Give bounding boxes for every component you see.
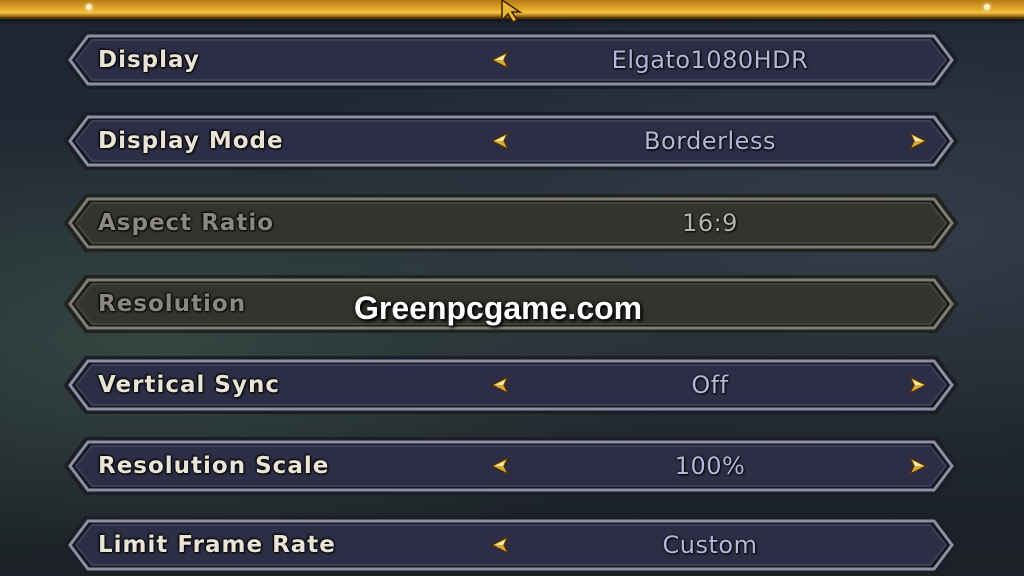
- arrow-left-icon[interactable]: [490, 50, 512, 70]
- setting-row-display[interactable]: Display Elgato1080HDR: [62, 29, 960, 91]
- arrow-right-icon[interactable]: [906, 375, 928, 395]
- mouse-cursor-icon: [501, 0, 523, 22]
- setting-value: Elgato1080HDR: [611, 46, 809, 74]
- setting-value: Borderless: [644, 127, 776, 155]
- arrow-left-icon[interactable]: [490, 535, 512, 555]
- setting-label: Resolution: [98, 291, 247, 317]
- setting-row-aspect-ratio: Aspect Ratio 16:9: [62, 192, 960, 254]
- setting-row-resolution-scale[interactable]: Resolution Scale 100%: [62, 435, 960, 497]
- setting-label: Display: [98, 47, 200, 73]
- arrow-left-icon[interactable]: [490, 375, 512, 395]
- setting-value: Custom: [662, 531, 758, 559]
- setting-label: Aspect Ratio: [98, 210, 275, 236]
- arrow-left-icon[interactable]: [490, 131, 512, 151]
- setting-row-limit-frame-rate[interactable]: Limit Frame Rate Custom: [62, 514, 960, 576]
- setting-label: Vertical Sync: [98, 372, 280, 398]
- arrow-left-icon[interactable]: [490, 456, 512, 476]
- setting-label: Display Mode: [98, 128, 284, 154]
- arrow-right-icon[interactable]: [906, 131, 928, 151]
- watermark-text: Greenpcgame.com: [354, 290, 643, 326]
- setting-label: Limit Frame Rate: [98, 532, 336, 558]
- setting-row-vertical-sync[interactable]: Vertical Sync Off: [62, 354, 960, 416]
- setting-value: Off: [691, 371, 729, 399]
- setting-value: 16:9: [682, 209, 738, 237]
- setting-row-display-mode[interactable]: Display Mode Borderless: [62, 110, 960, 172]
- arrow-right-icon[interactable]: [906, 456, 928, 476]
- frame-rivet-left: [86, 4, 92, 10]
- frame-rivet-right: [984, 4, 990, 10]
- setting-value: 100%: [674, 452, 746, 480]
- setting-label: Resolution Scale: [98, 453, 330, 479]
